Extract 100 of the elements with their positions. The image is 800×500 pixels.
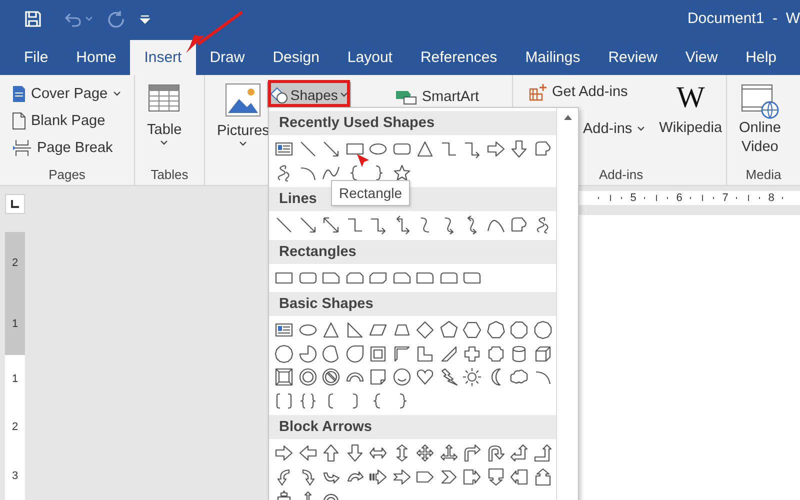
shapes-icon — [270, 86, 288, 104]
ruler-number: 1 — [12, 373, 18, 386]
u-turn-arrow-icon[interactable] — [486, 443, 506, 463]
ruler-number: 2 — [12, 256, 18, 269]
sun-icon[interactable] — [462, 367, 482, 387]
half-frame-icon[interactable] — [392, 344, 412, 364]
lightning-bolt-icon[interactable] — [438, 367, 458, 387]
bevel-icon[interactable] — [274, 367, 294, 387]
ribbon-tab[interactable]: References — [406, 40, 512, 75]
frame-icon[interactable] — [368, 344, 388, 364]
picture-icon — [225, 83, 262, 117]
redo-icon — [107, 10, 125, 28]
add-ins-icon — [529, 82, 547, 100]
ruler-tick — [656, 195, 657, 201]
wikipedia-button[interactable]: W Wikipedia — [655, 75, 726, 163]
ribbon-tab[interactable]: Draw — [196, 40, 259, 75]
smartart-button[interactable]: SmartArt — [392, 85, 482, 108]
online-video-button[interactable]: Online Video — [735, 75, 785, 163]
no-symbol-icon[interactable] — [321, 367, 341, 387]
star-icon[interactable] — [392, 162, 412, 182]
save-icon — [24, 10, 42, 28]
undo-icon — [64, 10, 82, 26]
table-button[interactable]: Table — [143, 75, 186, 163]
tab-selector[interactable] — [5, 194, 25, 214]
ribbon-button[interactable]: Blank Page — [10, 109, 123, 132]
cover-page-icon — [12, 84, 26, 102]
diagonal-stripe-icon[interactable] — [438, 344, 458, 364]
line-icon[interactable] — [274, 215, 294, 235]
page-break-icon — [12, 138, 32, 156]
smartart-icon — [394, 88, 417, 104]
tooltip: Rectangle — [331, 180, 410, 206]
ruler-number: 3 — [12, 470, 18, 482]
left-arrow-icon[interactable] — [298, 443, 318, 463]
right-arrow-icon[interactable] — [486, 139, 506, 159]
scroll-up-icon — [562, 114, 572, 121]
up-arrow-icon[interactable] — [321, 443, 341, 463]
donut-icon[interactable] — [298, 367, 318, 387]
section-header: Basic Shapes — [269, 292, 556, 316]
bent-arrow-icon[interactable] — [462, 443, 482, 463]
ribbon-tab[interactable]: Mailings — [511, 40, 594, 75]
quad-arrow-icon[interactable] — [415, 443, 435, 463]
pentagon-icon[interactable] — [438, 320, 458, 340]
chord-icon[interactable] — [321, 344, 341, 364]
ribbon-tab[interactable]: Insert — [130, 40, 196, 75]
window-title: Document1 - W — [687, 10, 800, 27]
heart-icon[interactable] — [415, 367, 435, 387]
ruler-number: 1 — [12, 318, 18, 330]
tab-stop-icon — [10, 199, 20, 209]
group-label: Media — [746, 166, 782, 184]
triangle-icon[interactable] — [415, 139, 435, 159]
teardrop-icon[interactable] — [344, 344, 364, 364]
triangle-icon[interactable] — [321, 320, 341, 340]
ribbon-button[interactable]: Page Break — [10, 136, 123, 159]
decagon-icon[interactable] — [532, 320, 552, 340]
striped-arrow-icon[interactable] — [368, 466, 388, 486]
section-header: Recently Used Shapes — [269, 111, 556, 135]
l-shape-icon[interactable] — [415, 344, 435, 364]
hexagon-icon[interactable] — [462, 320, 482, 340]
plus-shape-icon[interactable] — [462, 344, 482, 364]
ribbon-tab[interactable]: View — [671, 40, 732, 75]
diamond-icon[interactable] — [415, 320, 435, 340]
ribbon-tab[interactable]: Help — [732, 40, 791, 75]
ribbon-tab[interactable]: File — [10, 40, 62, 75]
down-arrow-icon[interactable] — [509, 139, 529, 159]
left-up-arrow-icon[interactable] — [509, 443, 529, 463]
bracket-pair-icon[interactable] — [274, 390, 294, 410]
folded-corner-icon[interactable] — [368, 367, 388, 387]
scrollbar[interactable] — [556, 108, 578, 500]
dodecagon-icon[interactable] — [274, 344, 294, 364]
ruler-tick — [610, 195, 611, 201]
pie-icon[interactable] — [298, 344, 318, 364]
octagon-icon[interactable] — [509, 320, 529, 340]
down-arrow-icon[interactable] — [344, 443, 364, 463]
ruler-number: 7 — [722, 192, 728, 204]
line-icon[interactable] — [298, 139, 318, 159]
group-label: Pages — [48, 166, 86, 184]
ruler-tick — [748, 195, 749, 201]
double-arrow-icon[interactable] — [321, 215, 341, 235]
right-triangle-icon[interactable] — [344, 320, 364, 340]
ribbon-tab[interactable]: Layout — [333, 40, 406, 75]
arrow-icon[interactable] — [298, 215, 318, 235]
smiley-icon[interactable] — [392, 367, 412, 387]
ribbon-tab[interactable]: Home — [62, 40, 130, 75]
ribbon-button[interactable]: Cover Page — [10, 82, 123, 105]
ribbon-tab[interactable]: Review — [594, 40, 672, 75]
ruler-tick — [702, 195, 703, 201]
plaque-icon[interactable] — [486, 344, 506, 364]
get-add-ins-button[interactable]: Get Add-ins — [527, 80, 648, 103]
arrow-icon[interactable] — [321, 139, 341, 159]
ribbon-tab[interactable]: Design — [258, 40, 334, 75]
brace-pair-icon[interactable] — [298, 390, 318, 410]
cube-icon[interactable] — [532, 344, 552, 364]
section-header: Rectangles — [269, 240, 556, 264]
customize-toolbar-icon — [139, 12, 151, 24]
group-label: Add-ins — [599, 166, 644, 184]
right-arrow-icon[interactable] — [274, 443, 294, 463]
heptagon-icon[interactable] — [486, 320, 506, 340]
notched-arrow-icon[interactable] — [392, 466, 412, 486]
bent-up-arrow-icon[interactable] — [532, 443, 552, 463]
annotation-arrow — [356, 153, 370, 168]
